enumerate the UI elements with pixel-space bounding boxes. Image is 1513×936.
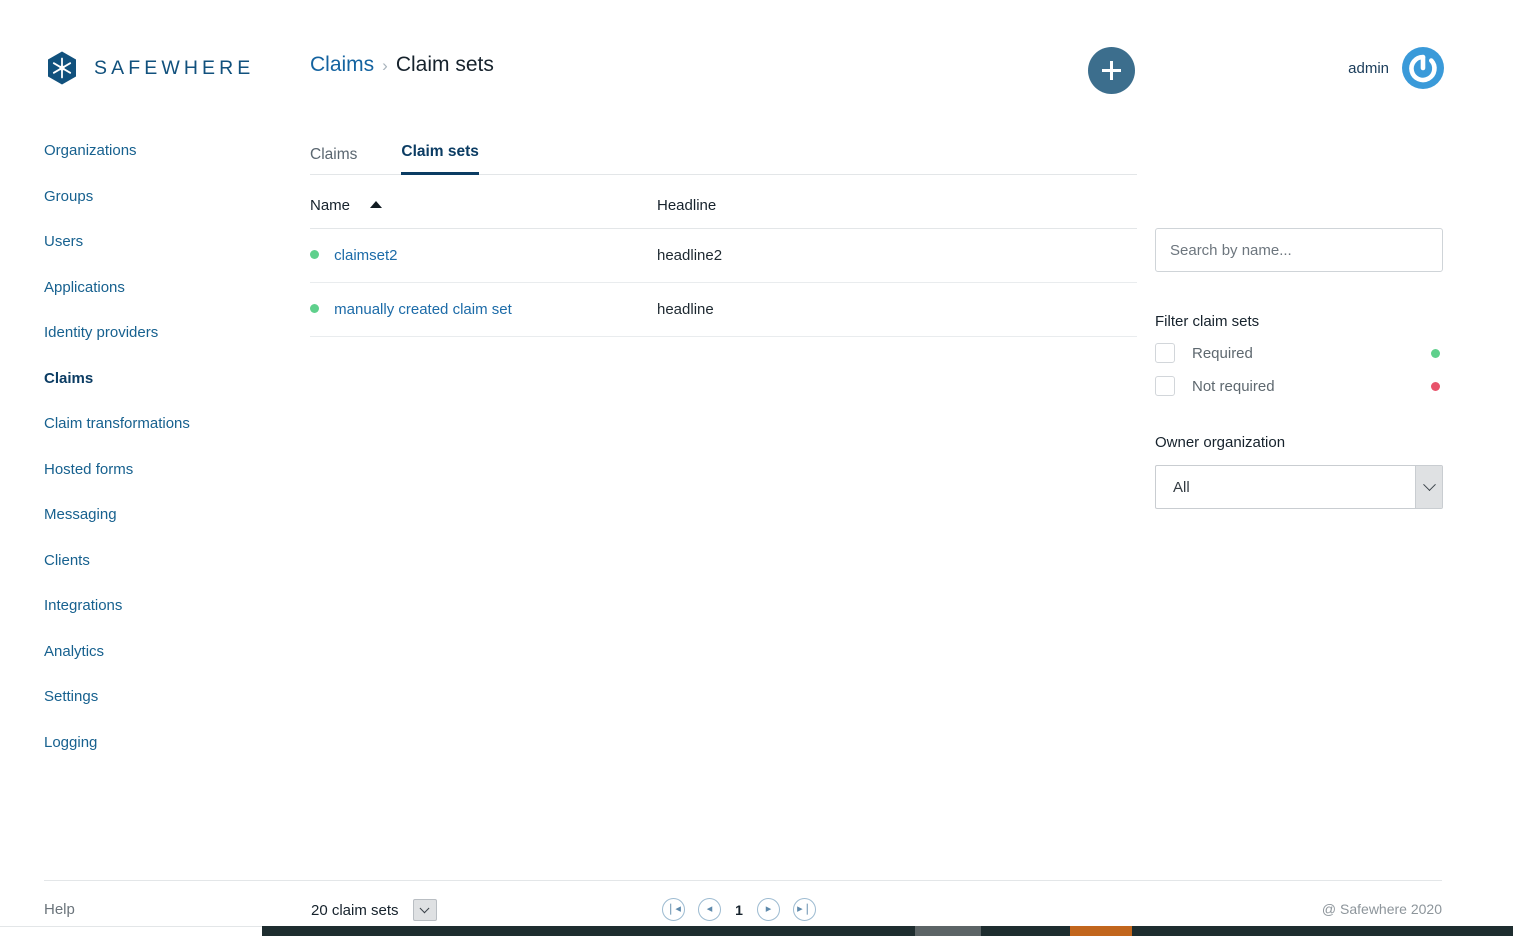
current-page-number: 1 — [735, 901, 743, 918]
brand-logo[interactable]: SAFEWHERE — [44, 50, 254, 86]
previous-page-icon[interactable]: ◂ — [698, 898, 721, 921]
page-size-control[interactable]: 20 claim sets — [311, 899, 437, 921]
sidebar-item-logging[interactable]: Logging — [44, 732, 274, 753]
sidebar-item-claim-transformations[interactable]: Claim transformations — [44, 413, 274, 434]
next-page-icon[interactable]: ▸ — [757, 898, 780, 921]
sidebar-item-hosted-forms[interactable]: Hosted forms — [44, 459, 274, 480]
power-avatar-icon[interactable] — [1401, 46, 1445, 90]
app-header: SAFEWHERE Claims › Claim sets admin — [0, 0, 1513, 118]
sidebar-item-claims[interactable]: Claims — [44, 368, 274, 389]
breadcrumb-separator-icon: › — [382, 56, 388, 75]
legend-dot-required-icon — [1431, 348, 1440, 358]
claim-set-link[interactable]: manually created claim set — [334, 301, 512, 318]
taskbar-left-divider — [0, 926, 262, 927]
sidebar-item-messaging[interactable]: Messaging — [44, 504, 274, 525]
brand-name: SAFEWHERE — [94, 56, 255, 79]
breadcrumb-parent-link[interactable]: Claims — [310, 53, 374, 77]
plus-icon — [1102, 61, 1121, 80]
sidebar-item-integrations[interactable]: Integrations — [44, 595, 274, 616]
owner-organization-label: Owner organization — [1155, 434, 1286, 451]
help-link[interactable]: Help — [44, 901, 75, 918]
sidebar-item-applications[interactable]: Applications — [44, 277, 274, 298]
sidebar-nav: Organizations Groups Users Applications … — [44, 140, 274, 777]
record-count-label: 20 claim sets — [311, 901, 399, 919]
column-header-headline-label: Headline — [657, 197, 717, 214]
table-body: claimset2 headline2 manually created cla… — [310, 228, 1137, 337]
tab-bar: Claims Claim sets — [310, 136, 1137, 175]
checkbox-required[interactable] — [1155, 343, 1175, 363]
checkbox-not-required[interactable] — [1155, 376, 1175, 396]
sidebar-item-organizations[interactable]: Organizations — [44, 140, 274, 161]
breadcrumb: Claims › Claim sets — [310, 53, 494, 77]
main-content: Claims Claim sets Name Headline claimset… — [310, 136, 1137, 337]
cell-name: claimset2 — [310, 228, 657, 283]
status-dot-icon — [310, 250, 319, 259]
checkbox-required-label: Required — [1192, 344, 1253, 362]
copyright-label: @ Safewhere 2020 — [1321, 901, 1442, 917]
owner-organization-value: All — [1173, 478, 1190, 496]
filter-panel: Filter claim sets Required Not required … — [1155, 228, 1443, 509]
app-window: SAFEWHERE Claims › Claim sets admin Orga… — [0, 0, 1513, 936]
claim-set-link[interactable]: claimset2 — [334, 247, 397, 264]
page-size-dropdown-icon[interactable] — [412, 899, 437, 921]
sidebar-item-analytics[interactable]: Analytics — [44, 641, 274, 662]
sort-ascending-icon — [370, 201, 383, 208]
filter-section-title: Filter claim sets — [1155, 313, 1260, 330]
sidebar-item-groups[interactable]: Groups — [44, 186, 274, 207]
sidebar-item-identity-providers[interactable]: Identity providers — [44, 322, 274, 343]
hexagon-snowflake-icon — [48, 51, 76, 85]
chevron-down-icon[interactable] — [1415, 466, 1442, 508]
user-menu[interactable]: admin — [1348, 46, 1445, 90]
last-page-icon[interactable]: ▸❘ — [793, 898, 816, 921]
table-row[interactable]: claimset2 headline2 — [310, 228, 1137, 283]
user-name-label: admin — [1348, 59, 1389, 77]
table-row[interactable]: manually created claim set headline — [310, 282, 1137, 337]
filter-row-not-required[interactable]: Not required — [1155, 376, 1443, 396]
cell-name: manually created claim set — [310, 282, 657, 337]
cell-headline: headline — [657, 282, 1137, 337]
taskbar-item-gray[interactable] — [915, 926, 981, 936]
taskbar-background — [262, 926, 1513, 936]
status-dot-icon — [310, 304, 319, 313]
add-button[interactable] — [1088, 47, 1135, 94]
owner-organization-select[interactable]: All — [1155, 465, 1443, 509]
table-head: Name Headline — [310, 197, 1137, 229]
tab-claims[interactable]: Claims — [310, 146, 357, 175]
column-header-headline[interactable]: Headline — [657, 197, 1137, 229]
breadcrumb-current: Claim sets — [395, 53, 494, 76]
first-page-icon[interactable]: ❘◂ — [662, 898, 685, 921]
sidebar-item-clients[interactable]: Clients — [44, 550, 274, 571]
search-input[interactable] — [1155, 228, 1443, 272]
pagination: ❘◂ ◂ 1 ▸ ▸❘ — [662, 898, 816, 921]
tab-claim-sets[interactable]: Claim sets — [401, 143, 479, 175]
table-header-row: Name Headline — [310, 197, 1137, 229]
checkbox-not-required-label: Not required — [1192, 377, 1275, 395]
cell-headline: headline2 — [657, 228, 1137, 283]
filter-row-required[interactable]: Required — [1155, 343, 1443, 363]
legend-dot-not-required-icon — [1431, 381, 1440, 391]
sidebar-item-settings[interactable]: Settings — [44, 686, 274, 707]
taskbar-item-orange[interactable] — [1070, 926, 1132, 936]
sidebar-item-users[interactable]: Users — [44, 231, 274, 252]
os-taskbar — [0, 922, 1513, 936]
claim-sets-table: Name Headline claimset2 headline2 manual… — [310, 197, 1137, 337]
column-header-name[interactable]: Name — [310, 197, 657, 229]
column-header-name-label: Name — [310, 197, 351, 214]
